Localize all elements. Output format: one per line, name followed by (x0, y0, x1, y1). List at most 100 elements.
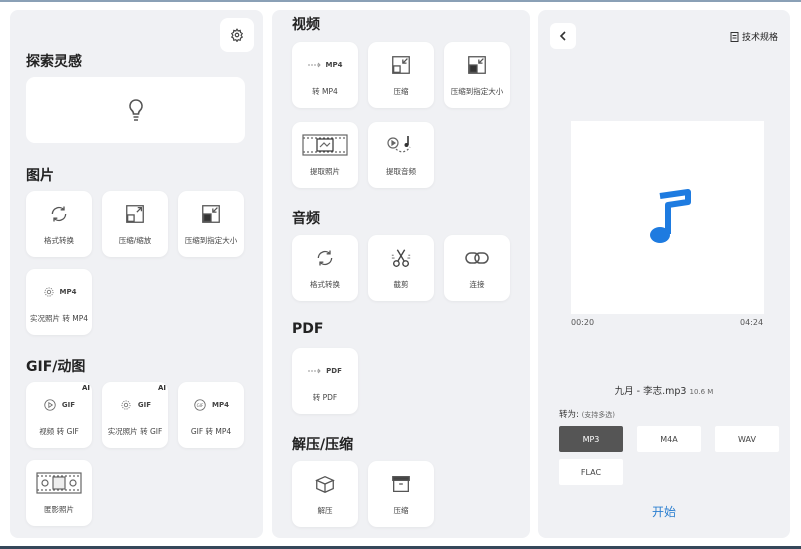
tool-card-live-to-gif[interactable]: AI GIF 实况照片 转 GIF (102, 382, 168, 448)
tool-label: 转 MP4 (312, 87, 338, 96)
settings-button[interactable] (220, 18, 254, 52)
video-to-gif-icon (44, 399, 56, 411)
tool-card-audio-trim[interactable]: 截剪 (368, 235, 434, 301)
tool-card-to-pdf[interactable]: PDF 转 PDF (292, 348, 358, 414)
audio-title: 音频 (292, 211, 320, 227)
convert-label: 转为: (559, 410, 579, 420)
open-box-icon (315, 475, 335, 493)
tool-label: 截剪 (393, 280, 409, 289)
refresh-icon (51, 206, 67, 222)
live-photo-to-mp4-icon (44, 287, 54, 297)
compress-size-icon (202, 205, 220, 223)
tool-label: 视频 转 GIF (39, 427, 79, 436)
images-title: 图片 (26, 168, 54, 184)
spec-link[interactable]: 技术规格 (730, 30, 778, 43)
tool-card-live-to-mp4[interactable]: MP4 实况照片 转 MP4 (26, 269, 92, 335)
video-title: 视频 (292, 17, 320, 33)
tool-label: 实况照片 转 GIF (107, 427, 163, 436)
spec-label: 技术规格 (742, 33, 779, 43)
ai-badge: AI (157, 384, 166, 392)
archive-title: 解压/压缩 (292, 437, 354, 453)
extract-audio-icon (387, 136, 411, 153)
refresh-icon (317, 250, 333, 266)
file-name: 九月 - 李志.mp3 (614, 386, 687, 397)
tool-card-unzip[interactable]: 解压 (292, 461, 358, 527)
link-icon (465, 252, 489, 264)
to-mp4-icon (307, 62, 321, 68)
file-size: 10.6 M (689, 388, 714, 396)
inspire-title: 探索灵感 (26, 54, 82, 70)
tool-label: 压缩到指定大小 (184, 236, 238, 245)
live-to-gif-icon (121, 400, 131, 410)
archive-box-icon (392, 476, 410, 492)
format-option-m4a[interactable]: M4A (637, 426, 701, 452)
tools-panel-left: 探索灵感 图片 格式转换 压缩/缩放 压缩到指定大小 MP4 实况照片 转 MP… (10, 10, 263, 538)
tool-label: 连接 (469, 280, 485, 289)
to-pdf-icon (308, 368, 321, 374)
tool-card-video-compress-size[interactable]: 压缩到指定大小 (444, 42, 510, 108)
tool-card-audio-format[interactable]: 格式转换 (292, 235, 358, 301)
format-option-mp3[interactable]: MP3 (559, 426, 623, 452)
resize-icon (126, 205, 144, 223)
tool-label: 提取照片 (310, 167, 340, 176)
tool-card-photo-strip[interactable]: 匿影照片 (26, 460, 92, 526)
time-start: 00:20 (571, 318, 595, 327)
file-info: 九月 - 李志.mp3 10.6 M (538, 383, 790, 397)
format-tag: MP4 (325, 61, 343, 69)
film-frame-icon (302, 134, 348, 156)
tool-label: 匿影照片 (44, 505, 74, 514)
format-option-flac[interactable]: FLAC (559, 459, 623, 485)
tool-label: 压缩 (393, 506, 409, 515)
format-tag: MP4 (59, 288, 77, 296)
tool-card-gif-to-mp4[interactable]: GIF MP4 GIF 转 MP4 (178, 382, 244, 448)
tool-label: 格式转换 (310, 280, 340, 289)
gif-title: GIF/动图 (26, 359, 86, 375)
gif-to-mp4-icon: GIF (194, 399, 206, 411)
tool-card-extract-photos[interactable]: 提取照片 (292, 122, 358, 188)
pdf-title: PDF (292, 321, 324, 337)
tool-card-image-compress-size[interactable]: 压缩到指定大小 (178, 191, 244, 257)
tool-card-image-format[interactable]: 格式转换 (26, 191, 92, 257)
tool-label: 解压 (317, 506, 333, 515)
convert-hint: (支持多选) (581, 411, 616, 419)
album-cover (571, 121, 764, 314)
format-tag: GIF (61, 401, 76, 409)
tool-label: 提取音频 (386, 167, 416, 176)
lightbulb-icon (128, 99, 143, 121)
scissors-icon (391, 249, 411, 267)
tool-label: 转 PDF (312, 393, 338, 402)
tool-label: 实况照片 转 MP4 (29, 314, 89, 323)
top-border (0, 0, 801, 2)
document-icon (730, 31, 739, 42)
tool-card-to-mp4[interactable]: MP4 转 MP4 (292, 42, 358, 108)
tool-card-extract-audio[interactable]: 提取音频 (368, 122, 434, 188)
tools-panel-middle: 视频 MP4 转 MP4 压缩 压缩到指定大小 提取照片 提取音频 音频 格式转… (272, 10, 530, 538)
inspire-card[interactable] (26, 77, 245, 143)
tool-card-audio-join[interactable]: 连接 (444, 235, 510, 301)
back-button[interactable] (550, 23, 576, 49)
format-tag: PDF (326, 367, 342, 375)
convert-to-label: 转为: (支持多选) (559, 408, 615, 420)
format-tag: MP4 (212, 401, 229, 409)
tool-label: 格式转换 (44, 236, 74, 245)
gear-icon (230, 28, 244, 42)
tool-label: 压缩到指定大小 (450, 87, 504, 96)
start-button[interactable]: 开始 (538, 503, 790, 520)
format-option-wav[interactable]: WAV (715, 426, 779, 452)
tool-card-zip[interactable]: 压缩 (368, 461, 434, 527)
format-tag: GIF (137, 401, 152, 409)
music-note-icon (649, 188, 691, 243)
ai-badge: AI (81, 384, 90, 392)
tool-card-image-resize[interactable]: 压缩/缩放 (102, 191, 168, 257)
tool-card-video-compress[interactable]: 压缩 (368, 42, 434, 108)
tool-label: GIF 转 MP4 (190, 427, 232, 436)
tool-label: 压缩/缩放 (118, 236, 152, 245)
time-end: 04:24 (740, 318, 764, 327)
tool-label: 压缩 (393, 87, 409, 96)
compress-icon (392, 56, 410, 74)
chevron-left-icon (559, 31, 566, 41)
svg-text:GIF: GIF (197, 403, 204, 408)
tool-card-video-to-gif[interactable]: AI GIF 视频 转 GIF (26, 382, 92, 448)
compress-size-icon (468, 56, 486, 74)
converter-panel: 技术规格 00:20 04:24 九月 - 李志.mp3 10.6 M 转为: (… (538, 10, 790, 538)
